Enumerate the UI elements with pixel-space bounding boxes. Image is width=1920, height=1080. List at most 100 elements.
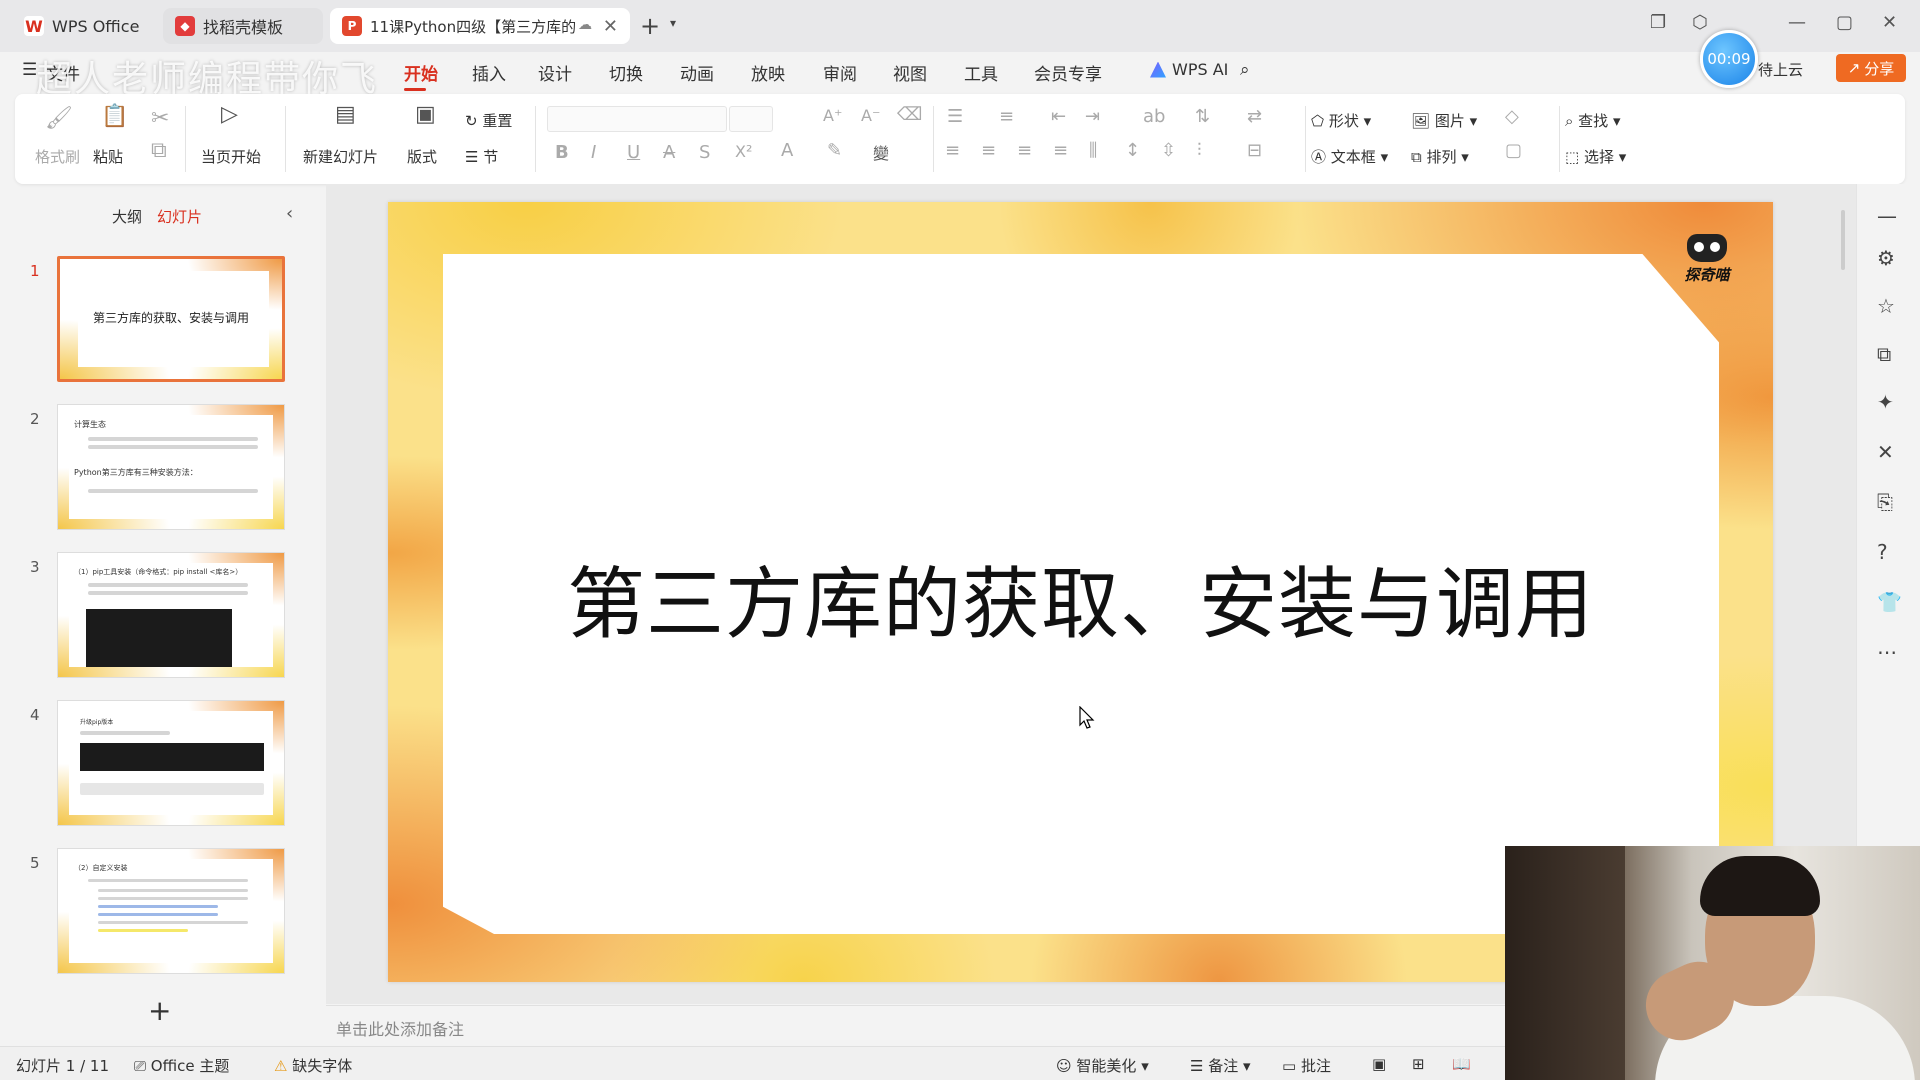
text-direction-icon[interactable]: ab: [1143, 106, 1165, 127]
cut-icon[interactable]: ✂: [151, 106, 169, 131]
numbered-list-icon[interactable]: ≡: [999, 106, 1014, 127]
share-button[interactable]: ↗ 分享: [1836, 54, 1906, 82]
paragraph-spacing-icon[interactable]: ⇳: [1161, 140, 1176, 161]
bold-icon[interactable]: B: [555, 142, 569, 163]
layout-button[interactable]: 版式: [407, 146, 437, 167]
missing-font-button[interactable]: ⚠ 缺失字体: [274, 1055, 352, 1076]
slide-thumbnail-1[interactable]: 第三方库的获取、安装与调用: [57, 256, 285, 382]
convert-icon[interactable]: ⇄: [1247, 106, 1262, 127]
restore-window-icon[interactable]: ❐: [1650, 12, 1666, 33]
tools-icon[interactable]: ✕: [1877, 440, 1894, 464]
select-button[interactable]: ⬚ 选择 ▾: [1565, 146, 1626, 167]
chevron-down-icon[interactable]: ▾: [670, 16, 676, 30]
menu-tools[interactable]: 工具: [964, 60, 998, 85]
menu-hamburger-icon[interactable]: ☰: [22, 60, 37, 80]
clear-format-icon[interactable]: ⌫: [897, 104, 922, 125]
play-current-button[interactable]: 当页开始: [201, 146, 261, 167]
notes-area[interactable]: 单击此处添加备注: [326, 1005, 1506, 1045]
search-icon[interactable]: ⌕: [1240, 60, 1250, 80]
menu-transition[interactable]: 切换: [609, 60, 643, 85]
grid-view-icon[interactable]: ⊞: [1412, 1055, 1425, 1073]
shirt-icon[interactable]: 👕: [1877, 590, 1902, 614]
align-center-icon[interactable]: ≡: [981, 140, 996, 161]
italic-icon[interactable]: I: [591, 142, 596, 163]
magic-icon[interactable]: ✦: [1877, 390, 1894, 414]
font-size-select[interactable]: [729, 106, 773, 132]
cloud-sync-status[interactable]: 待上云: [1758, 59, 1803, 80]
new-slide-button[interactable]: 新建幻灯片: [303, 146, 378, 167]
reset-button[interactable]: ↻ 重置: [465, 110, 512, 131]
bullet-list-icon[interactable]: ☰: [947, 106, 963, 127]
fill-color-icon[interactable]: ◇: [1505, 106, 1519, 127]
normal-view-icon[interactable]: ▣: [1372, 1055, 1386, 1073]
font-family-select[interactable]: [547, 106, 727, 132]
slide-thumbnail-4[interactable]: 升级pip版本: [57, 700, 285, 826]
menu-home[interactable]: 开始: [404, 60, 438, 85]
menu-design[interactable]: 设计: [538, 60, 572, 85]
increase-font-icon[interactable]: A⁺: [823, 106, 842, 125]
section-button[interactable]: ☰ 节: [465, 146, 498, 167]
find-button[interactable]: ⌕ 查找 ▾: [1565, 110, 1621, 131]
new-tab-icon[interactable]: +: [640, 12, 660, 40]
tab-slides[interactable]: 幻灯片: [157, 206, 202, 227]
align-right-icon[interactable]: ≡: [1017, 140, 1032, 161]
decrease-indent-icon[interactable]: ⇤: [1051, 106, 1066, 127]
highlight-icon[interactable]: ✎: [827, 140, 842, 161]
outline-icon[interactable]: ▢: [1505, 140, 1522, 161]
font-color-icon[interactable]: A: [781, 140, 793, 161]
text-align-vertical-icon[interactable]: ⊟: [1247, 140, 1262, 161]
picture-button[interactable]: 🖼 图片 ▾: [1411, 110, 1477, 131]
tab-wps-office[interactable]: W WPS Office: [12, 8, 154, 44]
copy-icon[interactable]: ⧉: [151, 138, 167, 163]
columns-icon[interactable]: ⫶: [1197, 140, 1202, 161]
increase-indent-icon[interactable]: ⇥: [1085, 106, 1100, 127]
slide-thumbnail-5[interactable]: （2）自定义安装: [57, 848, 285, 974]
phonetic-icon[interactable]: 變: [873, 140, 889, 164]
close-window-icon[interactable]: ✕: [1882, 12, 1897, 33]
justify-icon[interactable]: ≡: [1053, 140, 1068, 161]
collapse-icon[interactable]: —: [1877, 204, 1897, 228]
book-icon[interactable]: ⎘: [1877, 490, 1893, 514]
slide-title[interactable]: 第三方库的获取、安装与调用: [388, 542, 1773, 654]
cube-icon[interactable]: ⬡: [1692, 12, 1708, 33]
wps-ai-button[interactable]: WPS AI: [1150, 60, 1228, 79]
help-icon[interactable]: ?: [1877, 540, 1888, 564]
tab-current-document[interactable]: P 11课Python四级【第三方库的 ☁ ✕: [330, 8, 630, 44]
shadow-text-icon[interactable]: S: [699, 142, 710, 163]
menu-member[interactable]: 会员专享: [1034, 60, 1102, 85]
menu-slideshow[interactable]: 放映: [751, 60, 785, 85]
underline-icon[interactable]: U: [627, 142, 640, 163]
beautify-button[interactable]: ☺ 智能美化 ▾: [1056, 1055, 1149, 1076]
paste-button[interactable]: 粘贴: [93, 146, 123, 167]
add-slide-icon[interactable]: +: [148, 994, 171, 1027]
slide-thumbnail-2[interactable]: 计算生态 Python第三方库有三种安装方法：: [57, 404, 285, 530]
decrease-font-icon[interactable]: A⁻: [861, 106, 880, 125]
strikethrough-icon[interactable]: A: [663, 142, 675, 163]
format-painter-button[interactable]: 格式刷: [35, 146, 80, 167]
superscript-icon[interactable]: X²: [735, 142, 752, 161]
comments-button[interactable]: ▭ 批注: [1282, 1055, 1331, 1076]
tab-outline[interactable]: 大纲: [112, 206, 142, 227]
sort-icon[interactable]: ⇅: [1195, 106, 1210, 127]
close-tab-icon[interactable]: ✕: [603, 16, 618, 37]
slide-thumbnail-3[interactable]: （1）pip工具安装（命令格式：pip install <库名>）: [57, 552, 285, 678]
canvas-scrollbar[interactable]: [1841, 210, 1845, 270]
distribute-icon[interactable]: ⫼: [1089, 140, 1097, 161]
more-icon[interactable]: ⋯: [1877, 640, 1897, 664]
menu-insert[interactable]: 插入: [472, 60, 506, 85]
notes-button[interactable]: ☰ 备注 ▾: [1190, 1055, 1251, 1076]
maximize-icon[interactable]: ▢: [1836, 12, 1853, 33]
textbox-button[interactable]: Ⓐ 文本框 ▾: [1311, 146, 1388, 167]
properties-icon[interactable]: ⚙: [1877, 246, 1895, 270]
arrange-button[interactable]: ⧉ 排列 ▾: [1411, 146, 1469, 167]
shape-button[interactable]: ⬠ 形状 ▾: [1311, 110, 1371, 131]
align-left-icon[interactable]: ≡: [945, 140, 960, 161]
reading-view-icon[interactable]: 📖: [1452, 1055, 1471, 1073]
copy-page-icon[interactable]: ⧉: [1877, 342, 1891, 366]
line-spacing-icon[interactable]: ↕: [1125, 140, 1140, 161]
theme-button[interactable]: ⎚ Office 主题: [134, 1055, 229, 1076]
collapse-panel-icon[interactable]: ‹: [286, 203, 293, 224]
tab-daoke-templates[interactable]: ◆ 找稻壳模板: [163, 8, 323, 44]
menu-animation[interactable]: 动画: [680, 60, 714, 85]
recording-timer[interactable]: 00:09: [1700, 30, 1758, 88]
